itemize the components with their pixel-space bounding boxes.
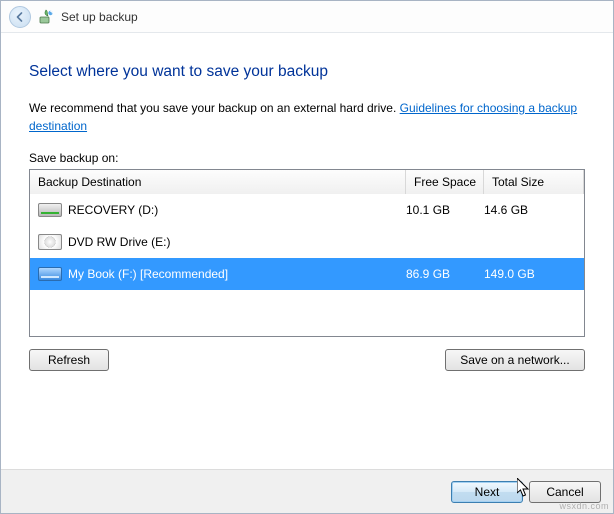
recommend-prefix: We recommend that you save your backup o… <box>29 101 400 115</box>
table-row[interactable]: My Book (F:) [Recommended] 86.9 GB149.0 G… <box>30 258 584 290</box>
table-body: RECOVERY (D:) 10.1 GB14.6 GB DVD RW Drive … <box>30 194 584 290</box>
header-free-space[interactable]: Free Space <box>406 170 484 194</box>
button-row: Refresh Save on a network... <box>29 349 585 371</box>
back-button[interactable] <box>9 6 31 28</box>
hdd-blue-icon <box>38 267 62 281</box>
header-destination[interactable]: Backup Destination <box>30 170 406 194</box>
app-icon <box>37 8 55 26</box>
hdd-icon <box>38 203 62 217</box>
drive-name: RECOVERY (D:) <box>68 203 158 217</box>
table-row[interactable]: RECOVERY (D:) 10.1 GB14.6 GB <box>30 194 584 226</box>
free-space-cell: 10.1 GB <box>406 203 484 217</box>
watermark: wsxdn.com <box>559 501 609 511</box>
free-space-cell: 86.9 GB <box>406 267 484 281</box>
recommendation-text: We recommend that you save your backup o… <box>29 99 585 135</box>
footer: Next Cancel <box>1 469 613 513</box>
save-on-network-button[interactable]: Save on a network... <box>445 349 585 371</box>
table-header: Backup Destination Free Space Total Size <box>30 170 584 194</box>
cancel-button[interactable]: Cancel <box>529 481 601 503</box>
total-size-cell: 149.0 GB <box>484 267 584 281</box>
save-on-label: Save backup on: <box>29 151 585 165</box>
next-button[interactable]: Next <box>451 481 523 503</box>
table-row[interactable]: DVD RW Drive (E:) <box>30 226 584 258</box>
dvd-icon <box>38 234 62 250</box>
header-total-size[interactable]: Total Size <box>484 170 584 194</box>
refresh-button[interactable]: Refresh <box>29 349 109 371</box>
drive-name: DVD RW Drive (E:) <box>68 235 170 249</box>
window-title: Set up backup <box>61 10 138 24</box>
drive-name: My Book (F:) [Recommended] <box>68 267 228 281</box>
content-area: Select where you want to save your backu… <box>1 33 613 371</box>
page-title: Select where you want to save your backu… <box>29 63 585 81</box>
total-size-cell: 14.6 GB <box>484 203 584 217</box>
drive-table: Backup Destination Free Space Total Size… <box>29 169 585 337</box>
titlebar: Set up backup <box>1 1 613 33</box>
